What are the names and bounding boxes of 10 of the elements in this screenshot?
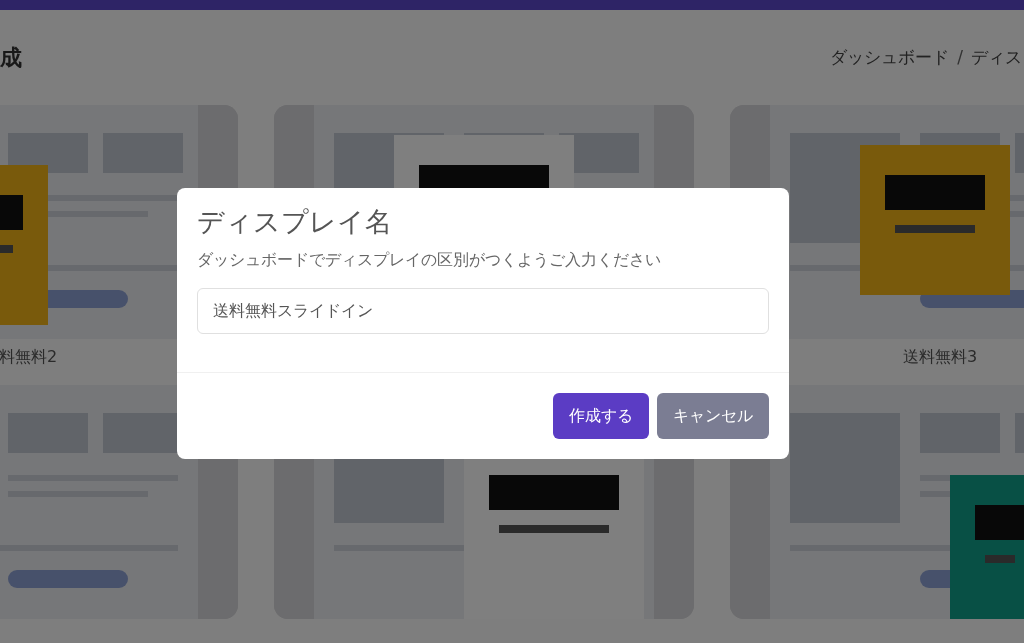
- page-title: 成: [0, 44, 22, 72]
- create-button[interactable]: 作成する: [553, 393, 649, 440]
- breadcrumb-link[interactable]: ディス: [971, 44, 1022, 71]
- breadcrumb-link[interactable]: ダッシュボード: [830, 44, 950, 71]
- dialog-title: ディスプレイ名: [197, 206, 393, 239]
- cancel-button[interactable]: キャンセル: [657, 393, 769, 440]
- dialog-description: ダッシュボードでディスプレイの区別がつくようご入力ください: [197, 249, 662, 272]
- display-name-field[interactable]: 送料無料スライドイン: [197, 288, 769, 335]
- template-name: 送料無料3: [902, 347, 978, 366]
- breadcrumb-separator: /: [957, 45, 963, 69]
